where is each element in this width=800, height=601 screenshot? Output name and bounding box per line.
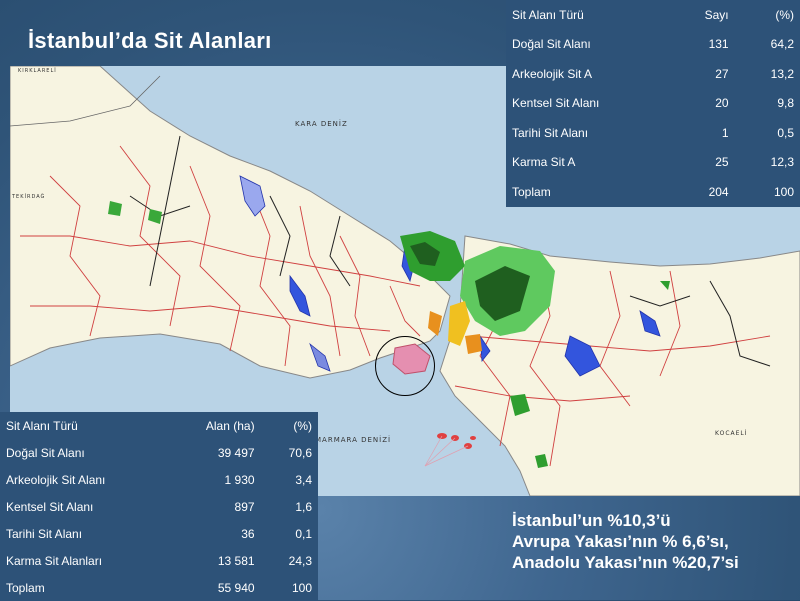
table-total-row: Toplam 204 100 <box>506 177 800 207</box>
table-total-row: Toplam 55 940 100 <box>0 574 318 601</box>
row-count: 20 <box>715 96 729 111</box>
header-percent: (%) <box>293 418 312 433</box>
marmara-sea-label: MARMARA DENİZİ <box>315 436 392 444</box>
row-type: Kentsel Sit Alanı <box>512 96 600 111</box>
row-count: 25 <box>715 155 729 170</box>
row-type: Arkeolojik Sit Alanı <box>6 472 106 487</box>
table-row: Kentsel Sit Alanı 897 1,6 <box>0 493 318 520</box>
row-percent: 0,5 <box>777 125 794 140</box>
row-type: Tarihi Sit Alanı <box>6 526 83 541</box>
row-area: 39 497 <box>217 445 255 460</box>
row-area: 13 581 <box>217 553 255 568</box>
summary-line: Avrupa Yakası’nın % 6,6’sı, <box>512 532 729 551</box>
table-row: Doğal Sit Alanı 131 64,2 <box>506 30 800 60</box>
table-header-row: Sit Alanı Türü Sayı (%) <box>506 0 800 30</box>
table-row: Karma Sit A 25 12,3 <box>506 148 800 178</box>
row-percent: 12,3 <box>770 155 794 170</box>
kirklareli-label: KIRKLARELİ <box>18 68 57 74</box>
row-type: Doğal Sit Alanı <box>6 445 85 460</box>
row-percent: 70,6 <box>288 445 312 460</box>
tekirdag-label: TEKİRDAĞ <box>12 194 46 200</box>
row-percent: 3,4 <box>295 472 312 487</box>
row-type: Doğal Sit Alanı <box>512 37 591 52</box>
row-percent: 64,2 <box>770 37 794 52</box>
row-percent: 24,3 <box>288 553 312 568</box>
row-area: 55 940 <box>217 580 255 595</box>
header-area: Alan (ha) <box>205 418 255 433</box>
kocaeli-label: KOCAELİ <box>715 430 748 437</box>
row-percent: 100 <box>773 184 794 199</box>
table-row: Kentsel Sit Alanı 20 9,8 <box>506 89 800 119</box>
row-percent: 100 <box>291 580 312 595</box>
table-row: Tarihi Sit Alanı 1 0,5 <box>506 118 800 148</box>
row-type: Kentsel Sit Alanı <box>6 499 94 514</box>
site-count-table: Sit Alanı Türü Sayı (%) Doğal Sit Alanı … <box>506 0 800 207</box>
black-sea-label: KARA DENİZ <box>295 120 348 128</box>
row-count: 27 <box>715 66 729 81</box>
site-area-table: Sit Alanı Türü Alan (ha) (%) Doğal Sit A… <box>0 412 318 601</box>
header-type: Sit Alanı Türü <box>512 7 584 22</box>
row-type: Karma Sit Alanları <box>6 553 103 568</box>
summary-line: Anadolu Yakası’nın %20,7’si <box>512 553 739 572</box>
header-percent: (%) <box>775 7 794 22</box>
table-row: Tarihi Sit Alanı 36 0,1 <box>0 520 318 547</box>
row-percent: 9,8 <box>777 96 794 111</box>
row-percent: 1,6 <box>295 499 312 514</box>
row-area: 897 <box>234 499 255 514</box>
row-count: 204 <box>708 184 729 199</box>
summary-line: İstanbul’un %10,3’ü <box>512 511 671 530</box>
row-type: Tarihi Sit Alanı <box>512 125 589 140</box>
summary-note: İstanbul’un %10,3’ü Avrupa Yakası’nın % … <box>512 510 739 573</box>
table-row: Doğal Sit Alanı 39 497 70,6 <box>0 439 318 466</box>
table-header-row: Sit Alanı Türü Alan (ha) (%) <box>0 412 318 439</box>
row-area: 36 <box>241 526 255 541</box>
table-row: Arkeolojik Sit A 27 13,2 <box>506 59 800 89</box>
header-count: Sayı <box>704 7 729 22</box>
row-area: 1 930 <box>224 472 255 487</box>
row-count: 1 <box>721 125 729 140</box>
historic-peninsula-highlight-circle <box>375 336 435 396</box>
table-row: Karma Sit Alanları 13 581 24,3 <box>0 547 318 574</box>
row-type: Karma Sit A <box>512 155 576 170</box>
row-type: Toplam <box>6 580 45 595</box>
row-percent: 13,2 <box>770 66 794 81</box>
row-percent: 0,1 <box>295 526 312 541</box>
row-type: Arkeolojik Sit A <box>512 66 593 81</box>
row-count: 131 <box>708 37 729 52</box>
header-type: Sit Alanı Türü <box>6 418 78 433</box>
table-row: Arkeolojik Sit Alanı 1 930 3,4 <box>0 466 318 493</box>
slide-title: İstanbul’da Sit Alanları <box>28 28 272 53</box>
row-type: Toplam <box>512 184 551 199</box>
